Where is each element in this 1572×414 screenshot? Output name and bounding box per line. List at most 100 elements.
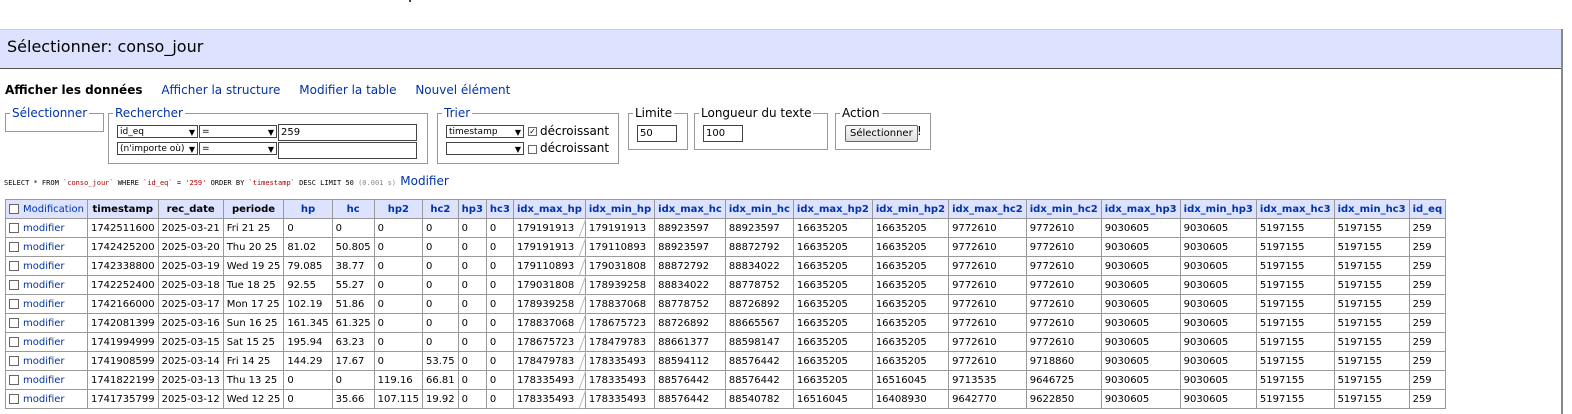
- cell-hc3: 0: [485, 275, 514, 295]
- search-column-select-1[interactable]: id_eq ▼: [117, 125, 198, 138]
- column-header-idx_max_hc2[interactable]: idx_max_hc2: [948, 199, 1027, 219]
- cell-rec_date: 2025-03-21: [157, 218, 224, 238]
- row-checkbox[interactable]: [9, 260, 19, 271]
- column-header-hc2[interactable]: hc2: [422, 199, 459, 219]
- row-edit-link[interactable]: modifier: [23, 318, 65, 329]
- row-checkbox[interactable]: [9, 317, 19, 328]
- sort-column-select-1[interactable]: timestamp ▼: [446, 125, 524, 138]
- cell-idx_min_hc2: 9772610: [1025, 275, 1102, 295]
- cell-timestamp: 1742166000: [86, 294, 159, 314]
- column-header-idx_max_hc[interactable]: idx_max_hc: [654, 199, 726, 219]
- row-checkbox[interactable]: [9, 393, 19, 404]
- column-header-idx_max_hp3[interactable]: idx_max_hp3: [1100, 199, 1181, 219]
- cell-periode: Mon 17 25: [222, 294, 285, 314]
- cell-idx_min_hc2: 9772610: [1025, 237, 1102, 257]
- row-edit-link[interactable]: modifier: [23, 337, 65, 348]
- row-edit-link[interactable]: modifier: [23, 375, 65, 386]
- cell-idx_min_hp: 178335493: [584, 389, 656, 409]
- row-checkbox[interactable]: [9, 279, 19, 290]
- text-length-input[interactable]: 100: [703, 125, 743, 142]
- column-header-idx_max_hc3[interactable]: idx_max_hc3: [1255, 199, 1335, 219]
- table-body: modifier 1742511600 2025-03-21 Fri 21 25 0 0 0…: [5, 218, 1447, 409]
- search-operator-select-1[interactable]: = ▼: [199, 125, 277, 138]
- cell-timestamp: 1741735799: [86, 389, 159, 409]
- cell-idx_max_hc3: 5197155: [1255, 256, 1335, 276]
- show-data-link[interactable]: Afficher les données: [5, 83, 142, 97]
- column-header-hc3[interactable]: hc3: [485, 199, 514, 219]
- cell-idx_min_hc3: 5197155: [1333, 313, 1410, 333]
- cell-timestamp: 1741822199: [86, 370, 159, 390]
- cell-idx_max_hp3: 9030605: [1100, 275, 1181, 295]
- sql-part: =: [172, 179, 186, 187]
- edit-table-link[interactable]: Modifier la table: [299, 83, 396, 97]
- show-structure-link[interactable]: Afficher la structure: [161, 83, 280, 97]
- column-header-rec_date[interactable]: rec_date: [157, 199, 224, 219]
- limit-input[interactable]: 50: [637, 125, 677, 142]
- cell-idx_min_hp: 178837068: [584, 294, 656, 314]
- cell-idx_max_hc2: 9772610: [948, 275, 1027, 295]
- edit-query-link[interactable]: Modifier: [400, 174, 449, 188]
- select-columns-legend[interactable]: Sélectionner: [10, 106, 89, 120]
- row-edit-link[interactable]: modifier: [23, 299, 65, 310]
- column-header-id_eq[interactable]: id_eq: [1408, 199, 1447, 219]
- column-header-idx_min_hp2[interactable]: idx_min_hp2: [871, 199, 950, 219]
- cell-hc3: 0: [485, 313, 514, 333]
- column-header-idx_min_hc[interactable]: idx_min_hc: [724, 199, 794, 219]
- cell-idx_min_hp3: 9030605: [1179, 389, 1257, 409]
- row-edit-link[interactable]: modifier: [23, 223, 65, 234]
- row-checkbox[interactable]: [9, 298, 19, 309]
- sort-column-select-2[interactable]: ▼: [446, 142, 524, 155]
- cell-periode: Tue 18 25: [222, 275, 285, 295]
- row-checkbox[interactable]: [9, 222, 19, 233]
- cell-idx_max_hp2: 16516045: [792, 389, 873, 409]
- column-header-idx_min_hc2[interactable]: idx_min_hc2: [1025, 199, 1102, 219]
- new-item-link[interactable]: Nouvel élément: [415, 83, 510, 97]
- cell-hc2: 0: [422, 256, 459, 276]
- search-column-select-2[interactable]: (n'importe où) ▼: [117, 142, 198, 155]
- cell-id_eq: 259: [1408, 294, 1447, 314]
- select-all-checkbox[interactable]: [9, 203, 19, 214]
- column-header-idx_max_hp[interactable]: idx_max_hp: [512, 199, 586, 219]
- cell-rec_date: 2025-03-19: [157, 256, 224, 276]
- column-header-periode[interactable]: periode: [222, 199, 285, 219]
- sort-desc-checkbox-1[interactable]: ✓: [528, 127, 537, 136]
- column-header-hp2[interactable]: hp2: [373, 199, 424, 219]
- search-operator-select-2[interactable]: = ▼: [199, 142, 277, 155]
- row-edit-cell: modifier: [5, 370, 88, 390]
- column-header-timestamp[interactable]: timestamp: [86, 199, 159, 219]
- row-checkbox[interactable]: [9, 374, 19, 385]
- column-header-idx_min_hc3[interactable]: idx_min_hc3: [1333, 199, 1410, 219]
- select-submit-button[interactable]: Sélectionner: [845, 125, 918, 142]
- column-header-hp[interactable]: hp: [283, 199, 333, 219]
- row-checkbox[interactable]: [9, 241, 19, 252]
- cell-idx_max_hp3: 9030605: [1100, 332, 1181, 352]
- table-row: modifier 1741994999 2025-03-15 Sat 15 25 195…: [5, 332, 1447, 352]
- cell-idx_min_hp3: 9030605: [1179, 218, 1257, 238]
- column-header-idx_min_hp[interactable]: idx_min_hp: [584, 199, 656, 219]
- cell-idx_max_hp3: 9030605: [1100, 370, 1181, 390]
- column-header-idx_min_hp3[interactable]: idx_min_hp3: [1179, 199, 1257, 219]
- row-checkbox[interactable]: [9, 355, 19, 366]
- select-columns-fieldset[interactable]: Sélectionner: [5, 106, 104, 132]
- column-header-idx_max_hp2[interactable]: idx_max_hp2: [792, 199, 873, 219]
- row-checkbox[interactable]: [9, 336, 19, 347]
- search-value-input-1[interactable]: 259: [278, 124, 417, 141]
- sort-desc-checkbox-2[interactable]: [528, 145, 537, 154]
- row-edit-link[interactable]: modifier: [23, 356, 65, 367]
- modification-header[interactable]: Modification: [5, 199, 88, 219]
- cell-periode: Wed 19 25: [222, 256, 285, 276]
- cell-idx_min_hp2: 16635205: [871, 351, 950, 371]
- cell-periode: Thu 13 25: [222, 370, 285, 390]
- search-value-input-2[interactable]: [278, 142, 417, 159]
- row-edit-link[interactable]: modifier: [23, 242, 65, 253]
- column-header-hp3[interactable]: hp3: [457, 199, 487, 219]
- cell-hp: 79.085: [283, 256, 333, 276]
- cell-idx_min_hp2: 16635205: [871, 294, 950, 314]
- column-header-hc[interactable]: hc: [331, 199, 375, 219]
- row-edit-link[interactable]: modifier: [23, 394, 65, 405]
- row-edit-link[interactable]: modifier: [23, 280, 65, 291]
- row-edit-link[interactable]: modifier: [23, 261, 65, 272]
- cell-idx_min_hp: 178479783: [584, 332, 656, 352]
- cell-periode: Sat 15 25: [222, 332, 285, 352]
- action-legend: Action: [842, 106, 880, 120]
